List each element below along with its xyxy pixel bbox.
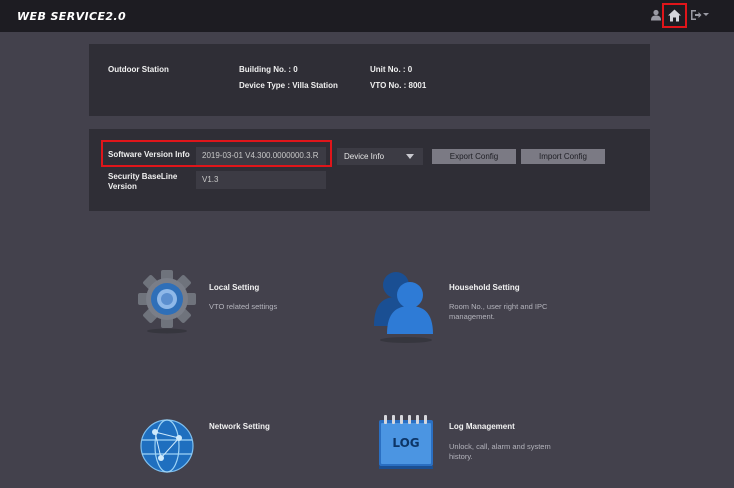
log-management-desc-line2: history. [449,452,473,461]
log-management-desc-line1: Unlock, call, alarm and system [449,442,551,451]
software-version-field: 2019-03-01 V4.300.0000000.3.R [196,147,326,165]
network-globe-icon[interactable] [139,418,195,474]
device-info-select-value: Device Info [344,152,385,161]
logout-menu-caret-icon[interactable] [703,13,709,16]
log-management-title[interactable]: Log Management [449,422,515,431]
log-icon-text: LOG [392,436,419,450]
household-setting-desc-line2: management. [449,312,495,321]
unit-no: Unit No. : 0 [370,65,413,74]
household-users-icon[interactable] [372,268,440,344]
security-baseline-label-line2: Version [108,182,137,191]
household-setting-desc-line1: Room No., user right and IPC [449,302,548,311]
version-panel: Software Version Info 2019-03-01 V4.300.… [89,129,650,211]
station-type: Outdoor Station [108,65,169,74]
logout-icon[interactable] [690,9,702,21]
gear-icon[interactable] [136,268,198,334]
security-baseline-field: V1.3 [196,171,326,189]
security-baseline-label-line1: Security BaseLine [108,172,178,181]
user-icon[interactable] [650,9,662,21]
home-button[interactable] [662,3,687,28]
home-icon [668,9,681,22]
network-setting-title[interactable]: Network Setting [209,422,270,431]
device-info-panel: Outdoor Station Building No. : 0 Unit No… [89,44,650,116]
building-no: Building No. : 0 [239,65,298,74]
log-book-icon[interactable]: LOG [375,414,437,472]
top-bar: WEB SERVICE2.0 [0,0,734,32]
import-config-button[interactable]: Import Config [521,149,605,164]
local-setting-desc: VTO related settings [209,302,278,311]
vto-no: VTO No. : 8001 [370,81,427,90]
chevron-down-icon [406,154,414,159]
export-config-button[interactable]: Export Config [432,149,516,164]
device-type: Device Type : Villa Station [239,81,338,90]
software-version-label: Software Version Info [108,150,190,159]
brand-logo: WEB SERVICE2.0 [17,10,127,23]
device-info-select[interactable]: Device Info [337,148,423,165]
local-setting-title[interactable]: Local Setting [209,283,259,292]
household-setting-title[interactable]: Household Setting [449,283,520,292]
